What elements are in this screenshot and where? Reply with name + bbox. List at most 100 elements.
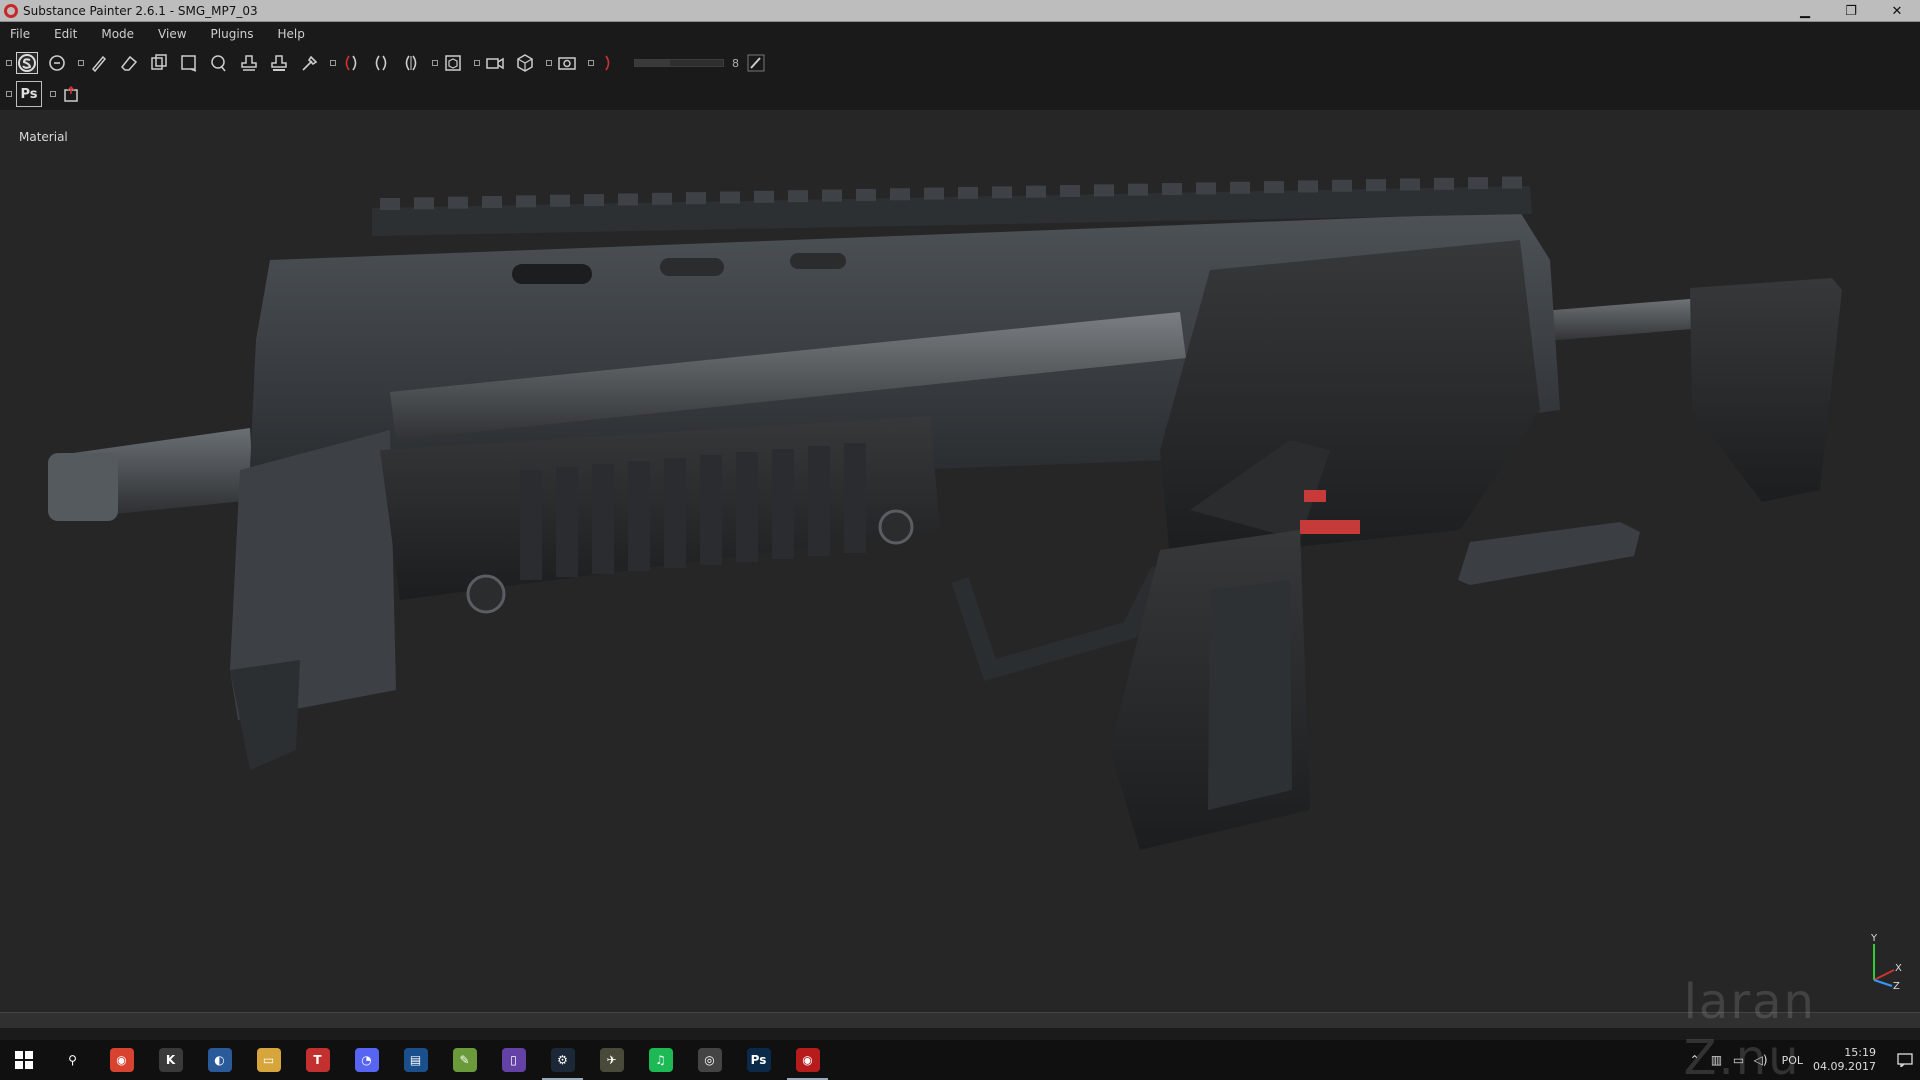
export-textures-icon[interactable] [60,83,82,105]
stamp-icon[interactable] [268,52,290,74]
brush-size-edit-icon[interactable] [745,52,767,74]
watermark: laran Z.nu [1683,974,1816,1080]
color-picker-icon[interactable] [298,52,320,74]
restore-button[interactable]: ❐ [1828,0,1874,22]
taskbar-edge-icon[interactable]: ◐ [195,1040,244,1080]
taskbar-search-icon[interactable]: ⚲ [48,1040,97,1080]
notification-center-icon[interactable] [1890,1040,1920,1080]
taskbar-explorer-icon[interactable]: ▭ [244,1040,293,1080]
grip-texture [1208,580,1292,810]
taskbar-battlenet-icon[interactable]: ▤ [391,1040,440,1080]
toolbar-expand-handle[interactable] [588,60,594,66]
rail-tooth [1468,177,1488,190]
taskbar-twitch-icon[interactable]: ▯ [489,1040,538,1080]
paint-brush-icon[interactable] [88,52,110,74]
rail-slot [520,470,542,580]
axis-z-label: Z [1893,981,1900,990]
rail-screw [878,509,914,545]
rail-slot [556,467,578,577]
substance-logo-icon[interactable] [16,52,38,74]
rail-tooth [1434,177,1454,190]
rail-tooth [958,186,978,199]
toolbar-expand-handle[interactable] [50,91,56,97]
taskbar-game-icon[interactable]: ✈ [587,1040,636,1080]
wot-glyph: K [158,1048,183,1072]
rail-tooth [618,193,638,206]
eraser-icon[interactable] [118,52,140,74]
rail-tooth [1400,178,1420,191]
brush-size-slider[interactable] [634,59,724,67]
toolbar-expand-handle[interactable] [432,60,438,66]
environment-icon[interactable] [598,52,620,74]
rail-tooth [380,198,400,210]
toolbar-expand-handle[interactable] [78,60,84,66]
taskbar-substance-designer-icon[interactable]: ◎ [685,1040,734,1080]
symmetry-x-icon[interactable] [340,52,362,74]
polygon-fill-icon[interactable] [46,52,68,74]
windows-start-button[interactable] [0,1040,48,1080]
taskbar-wot-icon[interactable]: K [146,1040,195,1080]
3d-viewport[interactable]: Material Y X Z [0,110,1920,1012]
taskbar-spotify-icon[interactable]: ♫ [636,1040,685,1080]
substance-painter-logo-icon [4,3,18,18]
taskbar-discord-icon[interactable]: ◔ [342,1040,391,1080]
rail-tooth [788,190,808,203]
taskbar-chrome-icon[interactable]: ◉ [97,1040,146,1080]
substance-designer-glyph: ◎ [697,1048,722,1072]
edge-glyph: ◐ [207,1048,232,1072]
rail-tooth [448,196,468,209]
smudge-icon[interactable] [208,52,230,74]
chrome-glyph: ◉ [109,1048,134,1072]
geometry-mask-icon[interactable] [178,52,200,74]
camera-icon[interactable] [484,52,506,74]
material-ball-icon[interactable] [514,52,536,74]
rail-tooth [822,189,842,202]
toolbar-expand-handle[interactable] [6,91,12,97]
smg-3d-model[interactable] [0,110,1920,1012]
battlenet-glyph: ▤ [403,1048,428,1072]
camera-view-icon[interactable] [442,52,464,74]
toolbar-expand-handle[interactable] [474,60,480,66]
menu-file[interactable]: File [10,27,30,41]
taskbar-teamspeak-icon[interactable]: T [293,1040,342,1080]
taskbar-separator [0,1028,1920,1040]
toolbar-expand-handle[interactable] [6,60,12,66]
rail-slot [808,446,830,556]
status-strip [0,1012,1920,1028]
stock-buttplate [1690,278,1842,502]
trigger-guard [951,565,1169,682]
rail-tooth [856,188,876,201]
minimize-button[interactable]: ▁ [1782,0,1828,22]
red-marking [1300,520,1360,534]
axis-gizmo: Y X Z [1870,933,1902,990]
twitch-glyph: ▯ [501,1048,526,1072]
discord-glyph: ◔ [354,1048,379,1072]
rail-slot [844,443,866,553]
menu-plugins[interactable]: Plugins [211,27,254,41]
steam-glyph: ⚙ [550,1048,575,1072]
taskbar-photoshop-icon[interactable]: Ps [734,1040,783,1080]
rail-tooth [754,190,774,203]
close-button[interactable]: ✕ [1874,0,1920,22]
taskbar-substance-painter-icon[interactable]: ◉ [783,1040,832,1080]
clone-icon[interactable] [238,52,260,74]
taskbar-steam-icon[interactable]: ⚙ [538,1040,587,1080]
symmetry-y-icon[interactable] [370,52,392,74]
rail-tooth [516,195,536,208]
menu-view[interactable]: View [158,27,186,41]
photoshop-export-button[interactable]: Ps [16,81,42,107]
menu-edit[interactable]: Edit [54,27,77,41]
menu-mode[interactable]: Mode [101,27,134,41]
screenshot-icon[interactable] [556,52,578,74]
projection-icon[interactable] [148,52,170,74]
toolbar-expand-handle[interactable] [546,60,552,66]
menu-help[interactable]: Help [278,27,305,41]
vent-slot [790,253,846,269]
axis-x-label: X [1895,963,1902,974]
symmetry-z-icon[interactable] [400,52,422,74]
window-controls: ▁ ❐ ✕ [1782,0,1920,22]
rail-tooth [1264,181,1284,194]
toolbar-expand-handle[interactable] [330,60,336,66]
taskbar-notepad-icon[interactable]: ✎ [440,1040,489,1080]
tool-row-secondary: Ps [4,79,90,109]
